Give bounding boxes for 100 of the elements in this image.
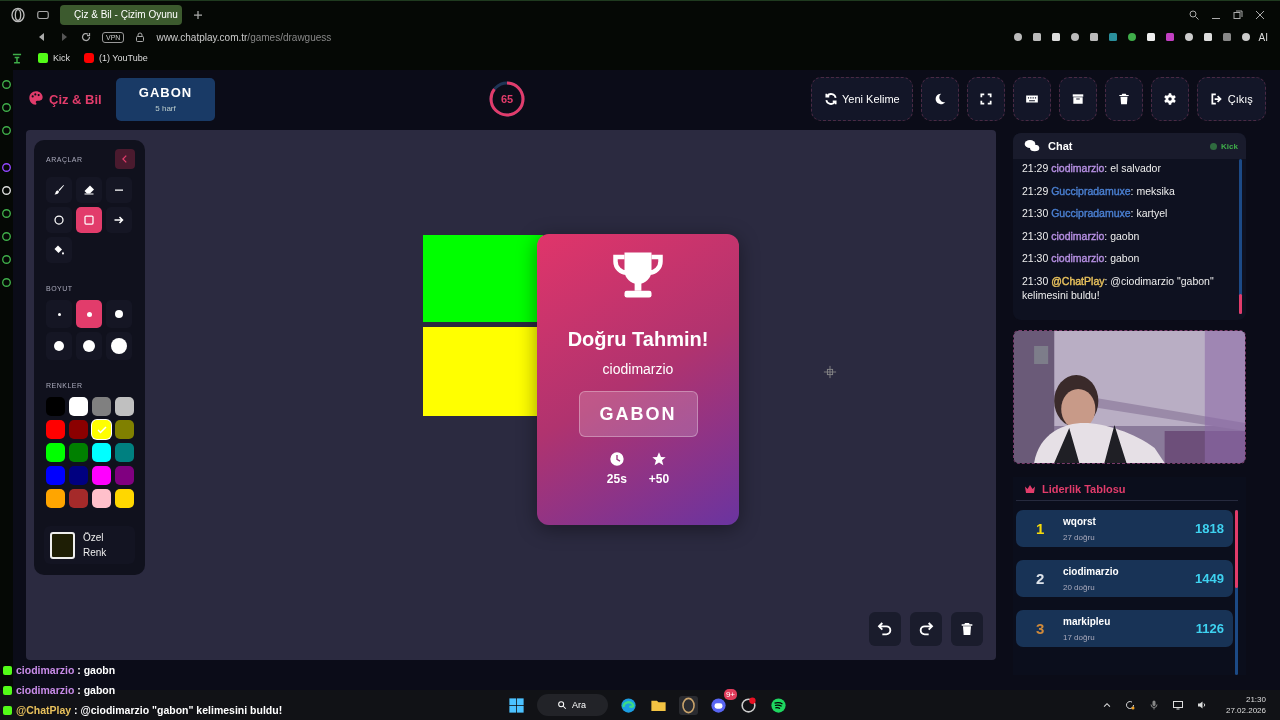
- size-button[interactable]: [106, 332, 132, 360]
- custom-color-picker[interactable]: Özel Renk: [44, 526, 135, 564]
- extension-icon[interactable]: [1182, 31, 1195, 43]
- archive-box-button[interactable]: [1058, 77, 1097, 121]
- tool-button[interactable]: [106, 207, 132, 233]
- redo-button[interactable]: [910, 612, 942, 646]
- rank-number: 3: [1036, 620, 1046, 637]
- scrollbar[interactable]: [1235, 510, 1238, 675]
- winner-name: ciodimarzio: [602, 361, 674, 377]
- size-button[interactable]: [106, 300, 132, 328]
- color-swatch[interactable]: [46, 443, 65, 462]
- moon-button[interactable]: [920, 77, 959, 121]
- search-icon[interactable]: [1188, 8, 1200, 21]
- color-swatch[interactable]: [69, 443, 88, 462]
- extension-icon[interactable]: [1239, 31, 1252, 43]
- action-button[interactable]: Yeni Kelime: [811, 77, 913, 121]
- size-dot-icon: [54, 341, 64, 351]
- edge-browser-icon[interactable]: [619, 695, 638, 715]
- fullscreen-button[interactable]: [966, 77, 1005, 121]
- player-score: 1126: [1195, 621, 1224, 636]
- size-button[interactable]: [76, 332, 102, 360]
- close-icon[interactable]: [1254, 8, 1266, 21]
- browser-logo-icon[interactable]: [10, 6, 26, 23]
- extension-icon[interactable]: [1125, 31, 1138, 43]
- chat-title: Chat: [1048, 140, 1073, 152]
- size-button[interactable]: [76, 300, 102, 328]
- stat-value: 25s: [606, 472, 627, 486]
- sidebar-icon[interactable]: [0, 124, 13, 137]
- chat-message: 21:30 @ChatPlay: @ciodimarzio "gabon" kelimesini buldu!: [1022, 273, 1215, 302]
- color-swatch[interactable]: [115, 420, 134, 439]
- color-swatch[interactable]: [115, 489, 134, 508]
- spotify-icon[interactable]: [769, 695, 788, 715]
- sidebar-icon[interactable]: [0, 78, 13, 91]
- timer-ring: [487, 79, 527, 119]
- extension-icon[interactable]: [1201, 31, 1214, 43]
- exit-icon: [1209, 92, 1224, 106]
- color-swatch[interactable]: [46, 397, 65, 416]
- microphone-icon[interactable]: [1147, 699, 1160, 711]
- address-field[interactable]: www.chatplay.com.tr/games/drawguess: [156, 31, 332, 43]
- sidebar-icon[interactable]: [10, 51, 24, 65]
- sidebar-icon[interactable]: [0, 253, 13, 266]
- trash-button[interactable]: [951, 612, 983, 646]
- opera-gx-icon[interactable]: [679, 695, 698, 715]
- app-icon[interactable]: [739, 695, 758, 715]
- color-swatch[interactable]: [46, 420, 65, 439]
- color-swatch[interactable]: [115, 397, 134, 416]
- tool-button[interactable]: [46, 237, 72, 263]
- tool-button[interactable]: [76, 207, 102, 233]
- sidebar-icon[interactable]: [0, 207, 13, 220]
- size-button[interactable]: [46, 332, 72, 360]
- color-swatch[interactable]: [92, 443, 111, 462]
- browser-tab[interactable]: Çiz & Bil - Çizim Oyunu: [60, 4, 182, 25]
- reload-icon[interactable]: [80, 31, 92, 43]
- color-swatch[interactable]: [69, 489, 88, 508]
- keyboard-button[interactable]: [1012, 77, 1051, 121]
- chat-message: 21:30 ciodimarzio: gaobn: [1022, 228, 1141, 243]
- discord-icon[interactable]: [709, 695, 728, 715]
- fullscreen-icon: [978, 92, 993, 106]
- sync-icon[interactable]: [1123, 699, 1136, 711]
- sidebar-icon[interactable]: [0, 101, 13, 114]
- color-swatch[interactable]: [92, 466, 111, 485]
- scrollbar[interactable]: [1239, 159, 1242, 314]
- display-icon[interactable]: [1171, 699, 1184, 711]
- speaker-icon[interactable]: [1195, 699, 1208, 711]
- undo-button[interactable]: [869, 612, 901, 646]
- color-swatch[interactable]: [46, 489, 65, 508]
- ai-button[interactable]: AI: [1258, 31, 1268, 43]
- overlay-chat-message: @ChatPlay : @ciodimarzio "gabon" kelimesini buldu!: [16, 704, 283, 716]
- color-swatch[interactable]: [92, 397, 111, 416]
- check-icon: [95, 423, 108, 436]
- color-swatch[interactable]: [69, 466, 88, 485]
- app-logo: Çiz & Bil: [28, 89, 116, 109]
- size-dot-icon: [111, 338, 127, 354]
- color-swatch[interactable]: [115, 443, 134, 462]
- bookmark[interactable]: (1) YouTube: [84, 53, 148, 63]
- color-swatch[interactable]: [69, 420, 88, 439]
- extension-icon[interactable]: [1144, 31, 1157, 43]
- status-dot-icon: [1210, 142, 1218, 150]
- trash-button[interactable]: [1104, 77, 1143, 121]
- tool-button[interactable]: [76, 177, 102, 203]
- chevron-up-icon[interactable]: [1101, 700, 1112, 710]
- taskbar-clock[interactable]: 21:30 27.02.2026: [1225, 695, 1266, 715]
- chat-source: Kick: [1221, 141, 1238, 151]
- taskbar-search[interactable]: Ara: [537, 694, 608, 716]
- color-swatch[interactable]: [69, 397, 88, 416]
- color-swatch[interactable]: [92, 420, 111, 439]
- size-dot-icon: [86, 311, 92, 317]
- color-swatch[interactable]: [115, 466, 134, 485]
- settings-button[interactable]: [1150, 77, 1189, 121]
- color-swatch[interactable]: [92, 489, 111, 508]
- action-button[interactable]: Çıkış: [1196, 77, 1266, 121]
- word-hint: 5 harf: [155, 104, 176, 113]
- windows-start-icon[interactable]: [507, 695, 526, 715]
- tool-button[interactable]: [46, 207, 72, 233]
- color-swatch[interactable]: [46, 466, 65, 485]
- correct-count: 20 doğru: [1063, 582, 1096, 592]
- new-tab-icon[interactable]: [192, 8, 204, 21]
- bookmark[interactable]: Kick: [38, 53, 70, 63]
- restore-icon[interactable]: [1232, 8, 1244, 21]
- tool-button[interactable]: [46, 177, 72, 203]
